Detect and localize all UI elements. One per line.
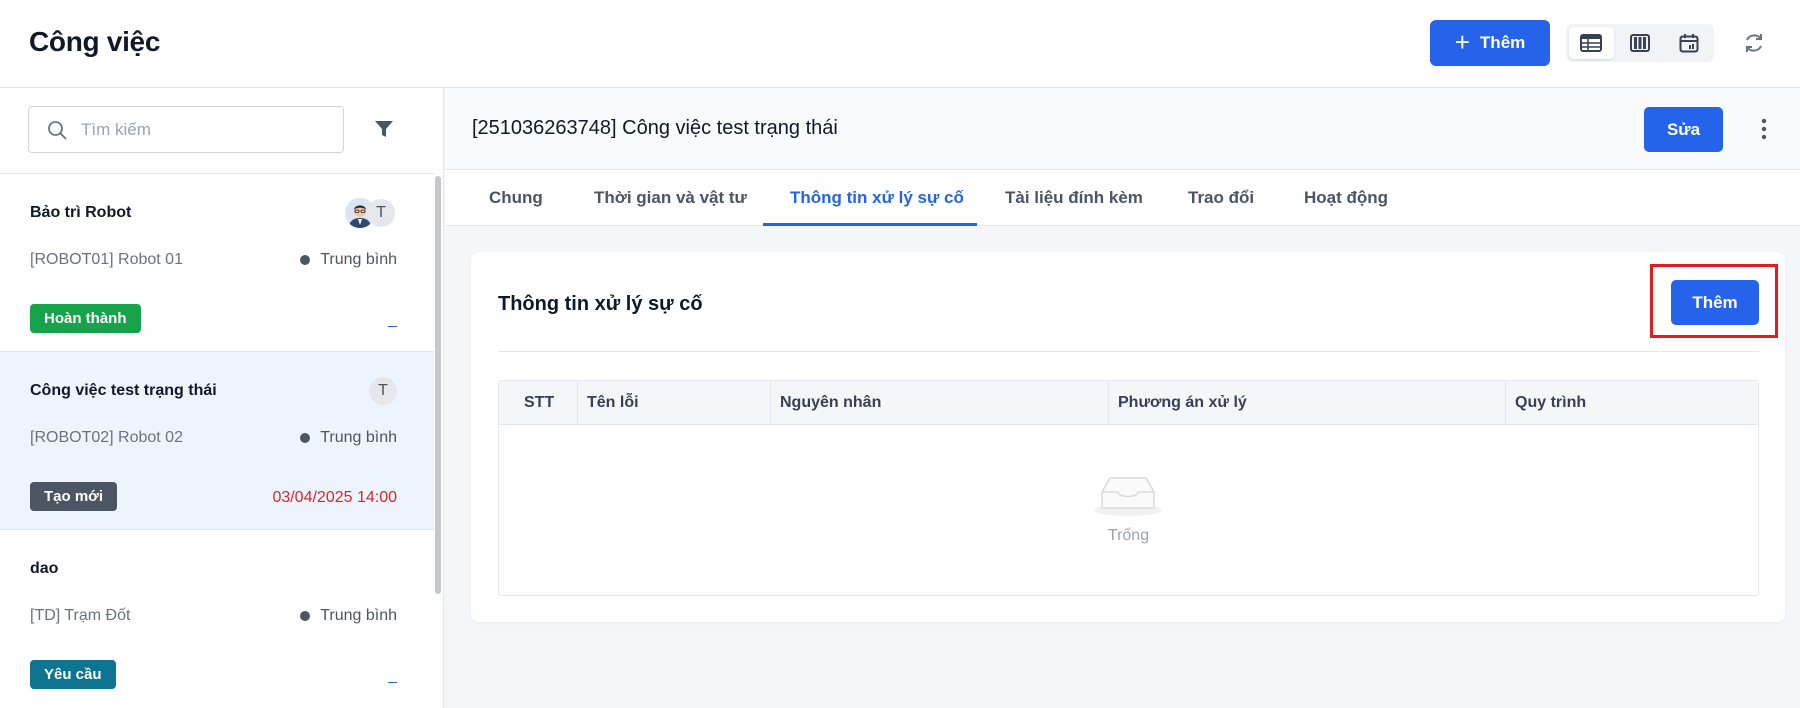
task-card[interactable]: Bảo trì Robot T [ROBOT01] Robot 01 Trung… (0, 174, 434, 352)
kanban-view-button[interactable] (1618, 27, 1663, 59)
search-input[interactable] (81, 119, 321, 140)
divider (498, 351, 1759, 352)
table-view-button[interactable] (1569, 27, 1614, 59)
list-scrollbar[interactable] (435, 176, 441, 594)
status-badge: Tạo mới (30, 482, 118, 511)
task-date-empty: _ (388, 311, 397, 328)
filter-icon[interactable] (373, 118, 395, 140)
calendar-view-icon (1679, 34, 1699, 53)
top-bar: Công việc + Thêm (0, 0, 1800, 88)
empty-inbox-icon (1094, 477, 1162, 516)
task-title: Bảo trì Robot (30, 204, 132, 221)
view-switcher (1566, 24, 1714, 62)
column-header-cause: Nguyên nhân (771, 381, 1109, 425)
priority-label: Trung bình (320, 429, 397, 446)
priority-label: Trung bình (320, 607, 397, 624)
table-header: STT Tên lỗi Nguyên nhân Phương án xử lý … (499, 381, 1758, 425)
task-date-empty: _ (388, 667, 397, 684)
tab-discussion[interactable]: Trao đổi (1188, 188, 1254, 208)
task-asset: [ROBOT01] Robot 01 (30, 251, 183, 268)
status-badge: Yêu cầu (30, 660, 116, 689)
incident-info-panel: Thông tin xử lý sự cố Thêm STT Tên lỗi N… (471, 252, 1785, 622)
task-asset: [ROBOT02] Robot 02 (30, 429, 183, 446)
active-tab-indicator (763, 223, 977, 226)
task-detail-header: [251036263748] Công việc test trạng thái… (445, 88, 1800, 170)
task-list-panel: Bảo trì Robot T [ROBOT01] Robot 01 Trung… (0, 88, 444, 708)
add-incident-button[interactable]: Thêm (1671, 280, 1759, 325)
tab-activity[interactable]: Hoạt động (1304, 188, 1388, 208)
add-task-button[interactable]: + Thêm (1430, 20, 1550, 66)
more-options-icon[interactable] (1761, 118, 1767, 140)
column-header-error-name: Tên lỗi (578, 381, 771, 425)
priority-dot-icon (300, 255, 311, 265)
tab-incident-info[interactable]: Thông tin xử lý sự cố (790, 188, 964, 208)
priority-dot-icon (300, 433, 311, 443)
app-title: Công việc (29, 26, 161, 57)
edit-button[interactable]: Sửa (1644, 107, 1723, 152)
task-priority: Trung bình (300, 607, 397, 625)
task-card-selected[interactable]: Công việc test trạng thái T [ROBOT02] Ro… (0, 352, 434, 530)
detail-tabs: Chung Thời gian và vật tư Thông tin xử l… (445, 170, 1800, 226)
search-icon (48, 120, 67, 139)
status-badge: Hoàn thành (30, 304, 141, 333)
column-header-procedure: Quy trình (1515, 394, 1587, 411)
task-card[interactable]: dao [TD] Trạm Đốt Trung bình Yêu cầu _ (0, 530, 434, 708)
task-detail-title: [251036263748] Công việc test trạng thái (472, 117, 838, 139)
panel-title: Thông tin xử lý sự cố (498, 293, 703, 315)
add-task-label: Thêm (1479, 33, 1526, 52)
task-title: Công việc test trạng thái (30, 382, 217, 399)
task-list: Bảo trì Robot T [ROBOT01] Robot 01 Trung… (0, 173, 434, 708)
plus-icon: + (1454, 27, 1470, 57)
priority-label: Trung bình (320, 251, 397, 268)
refresh-icon[interactable] (1742, 31, 1766, 55)
task-priority: Trung bình (300, 251, 397, 269)
tab-attachments[interactable]: Tài liệu đính kèm (1005, 188, 1143, 208)
column-header-solution: Phương án xử lý (1109, 381, 1506, 425)
priority-dot-icon (300, 611, 311, 621)
task-title: dao (30, 560, 59, 577)
search-box[interactable] (28, 106, 344, 153)
kanban-view-icon (1630, 34, 1650, 52)
calendar-view-button[interactable] (1666, 27, 1711, 59)
task-asset: [TD] Trạm Đốt (30, 607, 131, 624)
table-view-icon (1580, 34, 1603, 52)
incident-table: STT Tên lỗi Nguyên nhân Phương án xử lý … (498, 380, 1759, 596)
tab-general[interactable]: Chung (489, 188, 543, 208)
task-priority: Trung bình (300, 429, 397, 447)
task-date: 03/04/2025 14:00 (272, 489, 397, 506)
column-header-stt: STT (499, 381, 578, 425)
tab-time-materials[interactable]: Thời gian và vật tư (594, 188, 747, 208)
assignee-avatar: T (369, 377, 397, 405)
empty-state-text: Trống (1107, 527, 1150, 544)
assignee-avatar: T (367, 199, 395, 227)
